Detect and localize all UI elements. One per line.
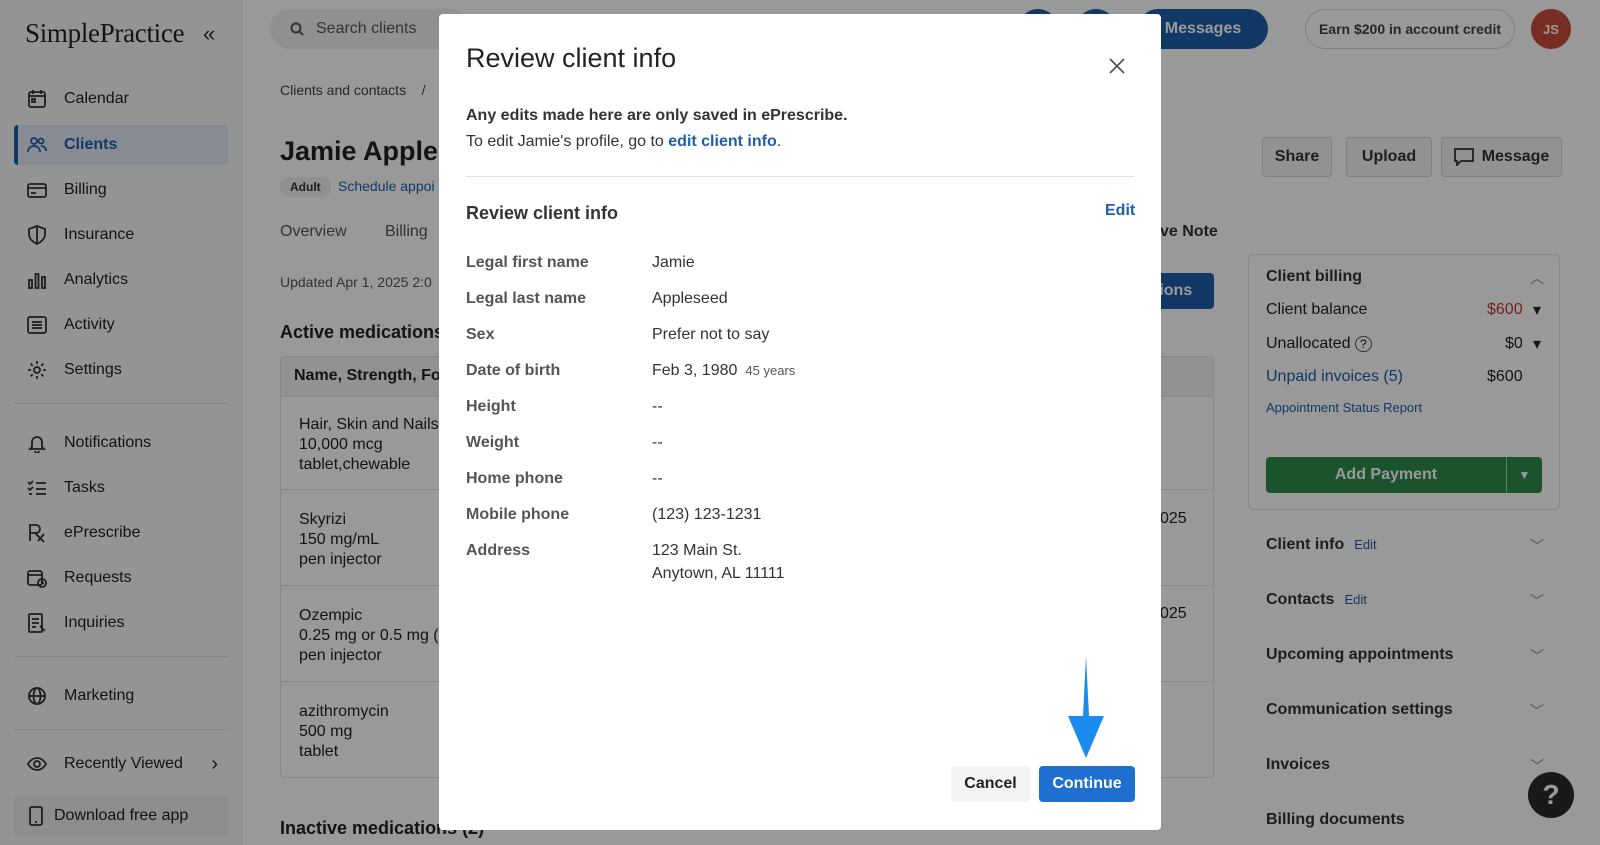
edit-profile-instructions: To edit Jamie's profile, go to edit clie… (466, 133, 781, 151)
dob-text: Feb 3, 1980 (652, 362, 738, 379)
review-section-title: Review client info (466, 203, 619, 223)
field-label: Mobile phone (466, 506, 570, 523)
arrow-down-icon (1068, 656, 1104, 758)
field-label: Sex (466, 326, 495, 343)
field-label: Weight (466, 434, 520, 451)
modal-title: Review client info (466, 43, 677, 73)
field-label: Height (466, 398, 516, 415)
instructions-text: To edit Jamie's profile, go to (466, 133, 669, 150)
age-text: 45 years (745, 363, 796, 378)
legal-first-name-value: Jamie (652, 254, 695, 271)
field-label: Date of birth (466, 362, 561, 379)
legal-last-name-value: Appleseed (652, 290, 728, 307)
date-of-birth-value: Feb 3, 1980 45 years (652, 359, 795, 382)
review-client-info-modal: Review client info Any edits made here a… (439, 14, 1161, 830)
address-line-1: 123 Main St. (652, 542, 742, 559)
field-label: Legal first name (466, 254, 589, 271)
field-label: Home phone (466, 470, 563, 487)
field-label: Address (466, 542, 531, 559)
edit-notice: Any edits made here are only saved in eP… (466, 107, 848, 124)
edit-client-info-link[interactable]: edit client info (668, 133, 776, 150)
close-icon[interactable] (1107, 56, 1127, 76)
weight-value: -- (652, 434, 663, 451)
cancel-button[interactable]: Cancel (951, 766, 1030, 802)
address-value: 123 Main St. Anytown, AL 11111 (652, 539, 785, 585)
address-line-2: Anytown, AL 11111 (652, 565, 785, 582)
mobile-phone-value: (123) 123-1231 (652, 506, 762, 523)
home-phone-value: -- (652, 470, 663, 487)
continue-button[interactable]: Continue (1039, 766, 1135, 802)
height-value: -- (652, 398, 663, 415)
edit-link[interactable]: Edit (1105, 202, 1135, 220)
instructions-suffix: . (776, 133, 782, 150)
field-label: Legal last name (466, 290, 587, 307)
sex-value: Prefer not to say (652, 326, 770, 343)
modal-divider (466, 176, 1134, 177)
